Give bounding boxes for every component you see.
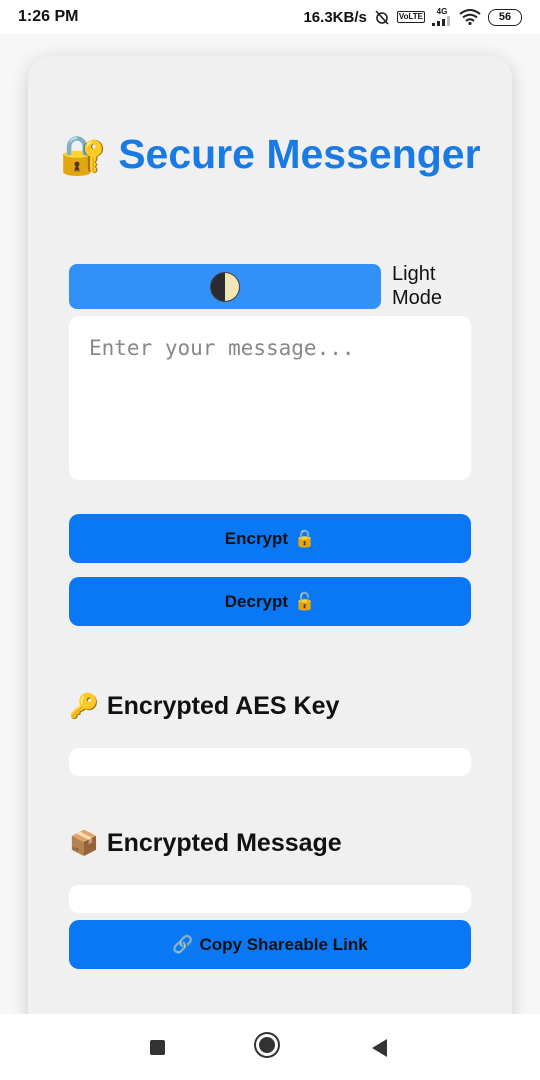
status-bar: 1:26 PM 16.3KB/s VoLTE 4G 56 <box>0 0 540 34</box>
circle-icon[interactable] <box>259 1037 275 1053</box>
wifi-icon <box>459 9 481 25</box>
aes-key-heading: 🔑 Encrypted AES Key <box>69 692 339 721</box>
aes-key-heading-text: Encrypted AES Key <box>106 692 340 720</box>
link-icon: 🔗 <box>172 934 194 954</box>
encrypt-button[interactable]: Encrypt 🔒 <box>69 514 471 563</box>
page-title: 🔐 Secure Messenger <box>0 128 540 182</box>
lock-icon: 🔒 <box>294 528 316 548</box>
half-moon-icon <box>210 271 240 302</box>
encrypted-message-heading-text: Encrypted Message <box>106 829 342 857</box>
square-icon[interactable] <box>150 1040 165 1055</box>
copy-link-label: Copy Shareable Link <box>199 934 368 954</box>
encrypt-label: Encrypt <box>224 528 289 548</box>
status-time: 1:26 PM <box>18 8 79 25</box>
theme-label: Light Mode <box>392 263 443 309</box>
net-type: 4G <box>436 7 448 16</box>
triangle-back-icon[interactable] <box>372 1039 387 1057</box>
message-input[interactable]: Enter your message... <box>69 316 471 480</box>
theme-toggle-button[interactable] <box>69 264 381 309</box>
encrypted-message-heading: 📦 Encrypted Message <box>69 829 342 858</box>
message-placeholder: Enter your message... <box>89 336 355 360</box>
copy-link-button[interactable]: 🔗 Copy Shareable Link <box>69 920 471 969</box>
aes-key-output[interactable] <box>69 748 471 776</box>
lock-key-icon: 🔐 <box>59 135 107 177</box>
decrypt-button[interactable]: Decrypt 🔓 <box>69 577 471 626</box>
navigation-bar <box>0 1014 540 1080</box>
unlock-icon: 🔓 <box>294 591 316 611</box>
volte-icon: VoLTE <box>396 11 425 23</box>
battery-icon: 56 <box>488 8 522 26</box>
signal-icon: 4G <box>432 8 452 26</box>
status-icons: 16.3KB/s VoLTE 4G 56 <box>303 8 522 26</box>
network-speed: 16.3KB/s <box>303 8 367 26</box>
alarm-off-icon <box>374 9 390 25</box>
key-icon: 🔑 <box>69 693 99 720</box>
title-text: Secure Messenger <box>118 131 481 177</box>
package-icon: 📦 <box>69 830 99 857</box>
encrypted-message-output[interactable] <box>69 885 471 913</box>
decrypt-label: Decrypt <box>224 591 289 611</box>
